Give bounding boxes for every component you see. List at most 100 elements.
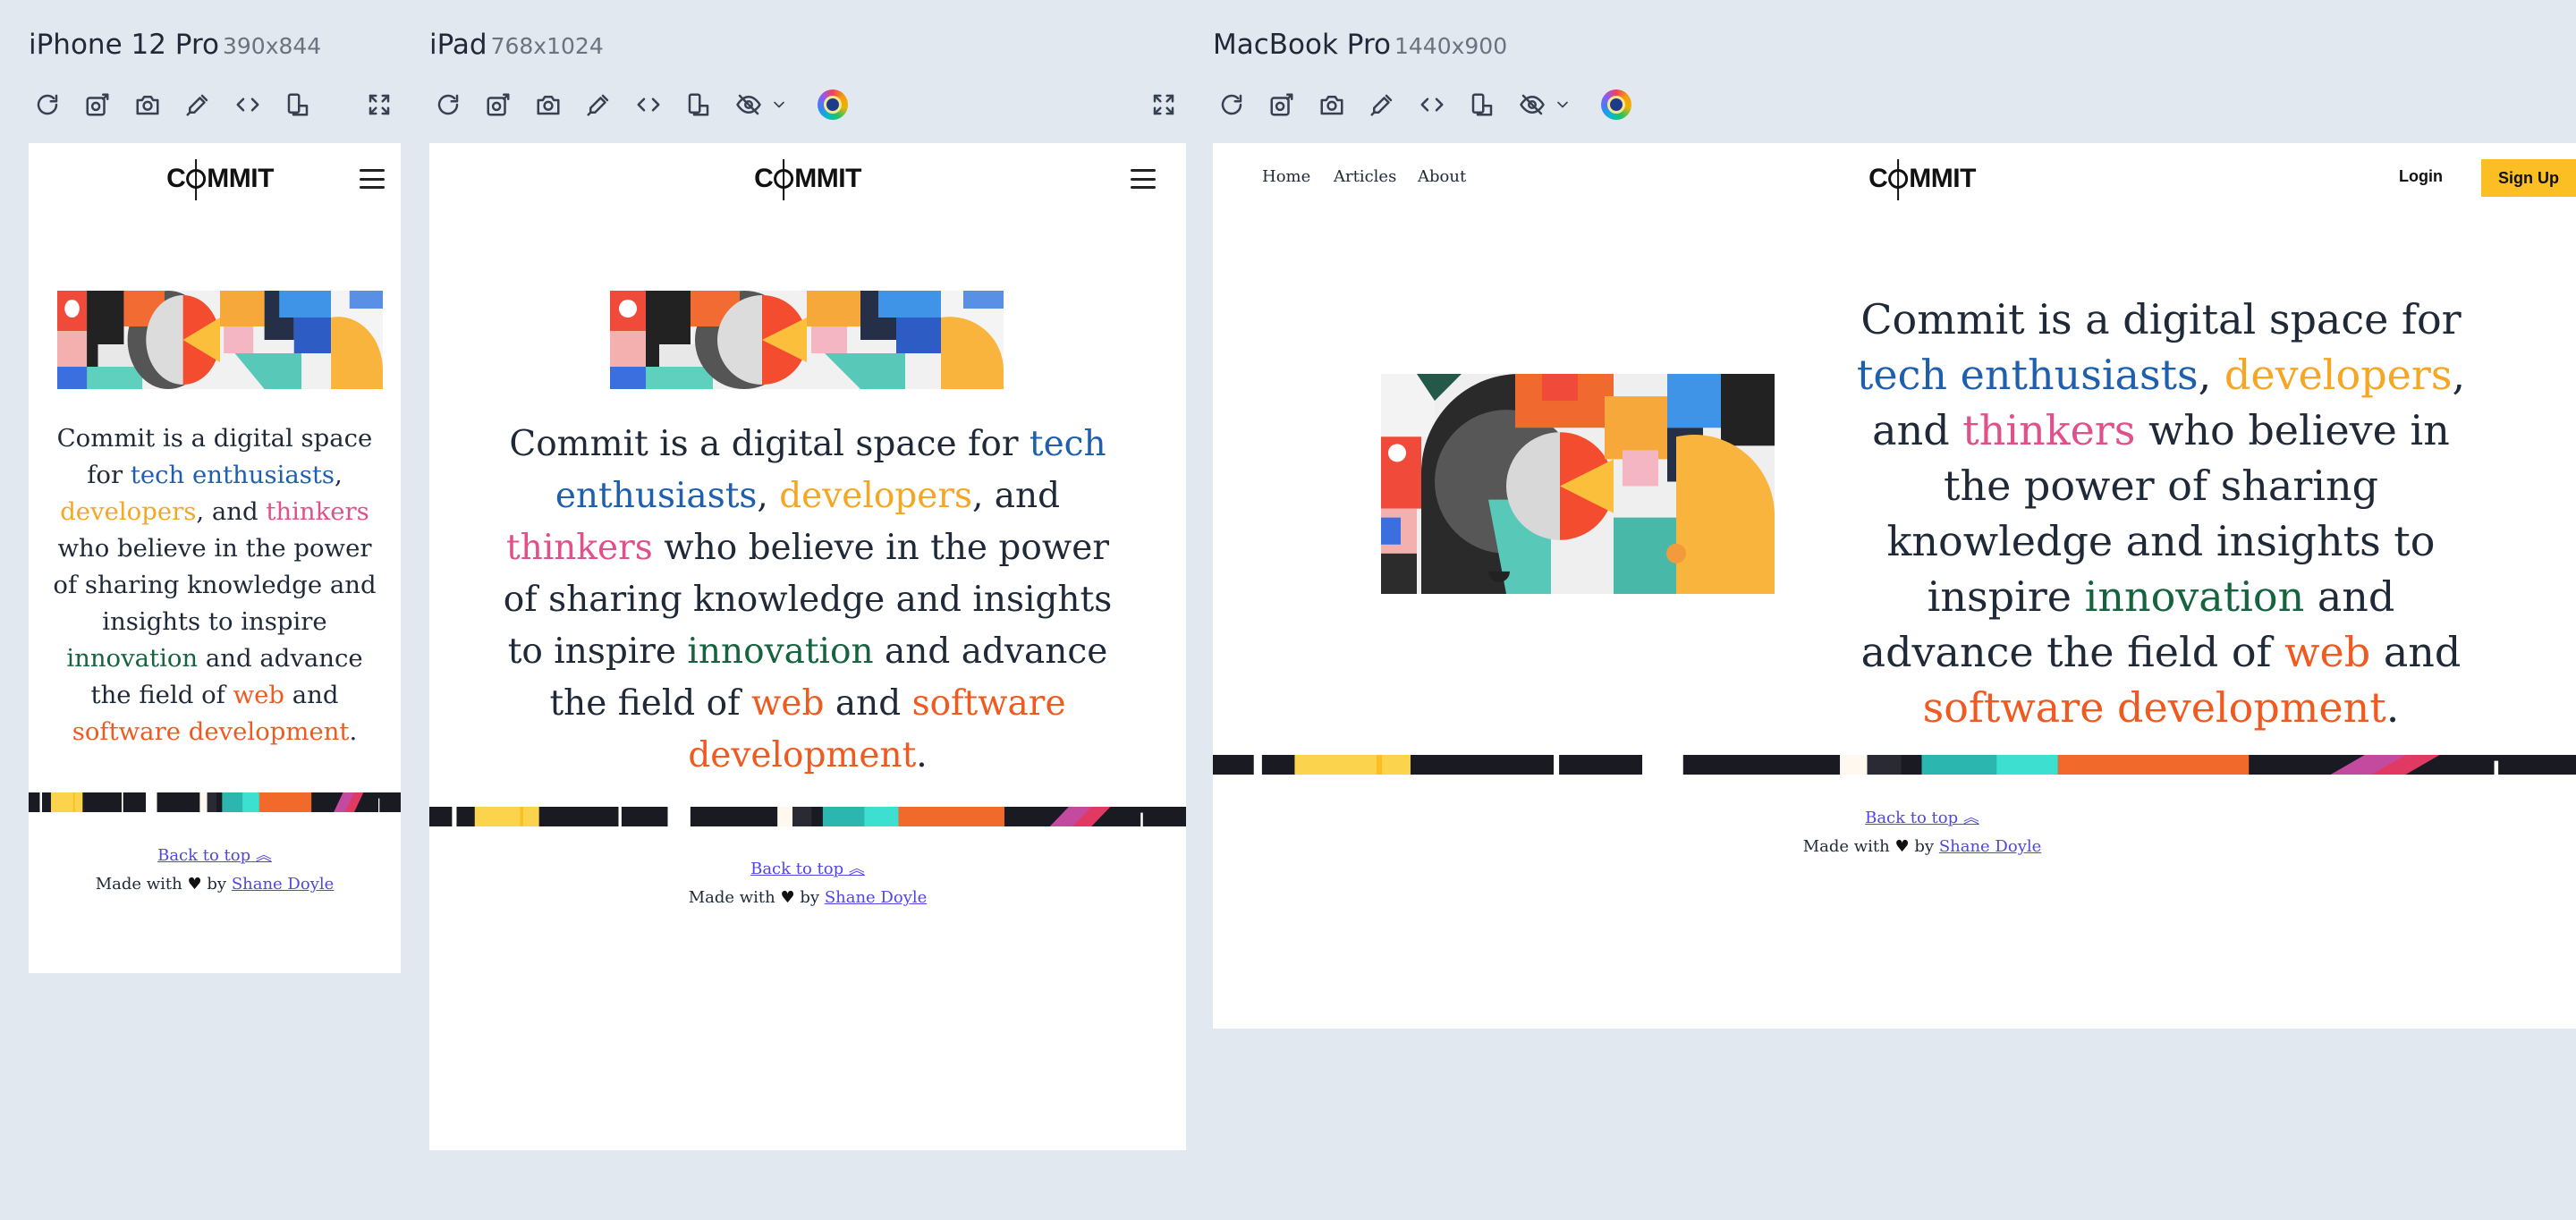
- screenshot-full-icon[interactable]: [1263, 86, 1301, 123]
- device-name: iPhone 12 Pro: [29, 29, 219, 61]
- site-footer: Back to top ︽ Made with ♥ by Shane Doyle: [1213, 805, 2576, 856]
- refresh-icon[interactable]: [429, 86, 467, 123]
- highlight-web: web: [750, 683, 825, 724]
- hero-text: Commit is a digital space for tech enthu…: [1856, 295, 2466, 732]
- double-chevron-up-icon: ︽: [1962, 809, 1979, 827]
- screenshot-full-icon[interactable]: [79, 86, 116, 123]
- rotate-device-icon[interactable]: [1463, 86, 1501, 123]
- color-orb-icon[interactable]: [814, 86, 852, 123]
- refresh-icon[interactable]: [29, 86, 66, 123]
- device-screen: C MMIT Commit is a digital space for tech…: [29, 143, 401, 973]
- eyedropper-icon[interactable]: [580, 86, 617, 123]
- chevron-down-icon[interactable]: [1544, 86, 1581, 123]
- site-logo[interactable]: C MMIT: [166, 159, 274, 200]
- highlight-developers: developers: [2224, 351, 2453, 399]
- code-icon[interactable]: [630, 86, 667, 123]
- highlight-thinkers: thinkers: [266, 497, 369, 526]
- site-logo[interactable]: C MMIT: [1868, 159, 1976, 200]
- author-link[interactable]: Shane Doyle: [825, 888, 927, 907]
- device-screen: C MMIT Commit is a digital space for tech…: [429, 143, 1186, 1150]
- login-button[interactable]: Login: [2399, 167, 2443, 186]
- screenshot-full-icon[interactable]: [479, 86, 517, 123]
- highlight-web: web: [233, 681, 284, 709]
- footer-credit: Made with ♥ by Shane Doyle: [688, 888, 928, 907]
- hero-artwork: [57, 291, 383, 389]
- logo-text-start: C: [754, 164, 774, 193]
- highlight-tech: tech enthusiasts: [130, 461, 335, 489]
- highlight-tech: tech enthusiasts: [1856, 351, 2199, 399]
- fullscreen-icon[interactable]: [360, 86, 398, 123]
- code-icon[interactable]: [1413, 86, 1451, 123]
- device-size: 390x844: [222, 33, 322, 59]
- heart-icon: ♥: [780, 888, 795, 907]
- device-name: MacBook Pro: [1213, 29, 1391, 61]
- back-to-top-link[interactable]: Back to top ︽: [157, 846, 272, 865]
- double-chevron-up-icon: ︽: [848, 860, 865, 878]
- logo-mark-icon: [774, 159, 794, 200]
- highlight-web: web: [2284, 628, 2371, 676]
- hero-artwork: [610, 291, 1004, 389]
- fullscreen-icon[interactable]: [1145, 86, 1182, 123]
- nav-about[interactable]: About: [1418, 167, 1466, 186]
- device-toolbar: [29, 86, 401, 123]
- device-label: iPhone 12 Pro 390x844: [29, 29, 321, 61]
- logo-text-start: C: [1868, 164, 1888, 193]
- footer-credit: Made with ♥ by Shane Doyle: [1802, 837, 2042, 856]
- heart-icon: ♥: [187, 875, 202, 894]
- eyedropper-icon[interactable]: [1363, 86, 1401, 123]
- camera-icon[interactable]: [129, 86, 166, 123]
- signup-button[interactable]: Sign Up: [2481, 159, 2576, 197]
- rotate-device-icon[interactable]: [279, 86, 317, 123]
- highlight-developers: developers: [779, 476, 973, 516]
- camera-icon[interactable]: [1313, 86, 1351, 123]
- footer-credit: Made with ♥ by Shane Doyle: [95, 875, 335, 894]
- decorative-strip: [429, 807, 1186, 826]
- highlight-software: software development: [1922, 683, 2386, 732]
- highlight-thinkers: thinkers: [506, 528, 653, 568]
- device-label: MacBook Pro 1440x900: [1213, 29, 1507, 61]
- logo-text-end: MMIT: [207, 164, 274, 193]
- double-chevron-up-icon: ︽: [255, 846, 272, 865]
- device-screen: Home Articles About C MMIT Login Sign Up …: [1213, 143, 2576, 1029]
- highlight-thinkers: thinkers: [1962, 406, 2136, 454]
- hamburger-menu-icon[interactable]: [1131, 169, 1156, 189]
- logo-text-end: MMIT: [1909, 164, 1976, 193]
- device-toolbar: [1213, 86, 2576, 123]
- author-link[interactable]: Shane Doyle: [1939, 837, 2041, 856]
- hero-artwork: [1381, 374, 1775, 594]
- back-to-top-link[interactable]: Back to top ︽: [1865, 809, 1979, 827]
- back-to-top-link[interactable]: Back to top ︽: [750, 860, 865, 878]
- device-panel-macbook: MacBook Pro 1440x900 Home Articles About …: [1213, 0, 2576, 1073]
- hamburger-menu-icon[interactable]: [360, 169, 385, 189]
- site-footer: Back to top ︽ Made with ♥ by Shane Doyle: [429, 856, 1186, 907]
- heart-icon: ♥: [1894, 837, 1910, 856]
- site-footer: Back to top ︽ Made with ♥ by Shane Doyle: [29, 843, 401, 894]
- camera-icon[interactable]: [530, 86, 567, 123]
- highlight-innovation: innovation: [66, 644, 199, 673]
- eyedropper-icon[interactable]: [179, 86, 216, 123]
- highlight-software: software development: [72, 717, 350, 746]
- device-panel-ipad: iPad 768x1024 C MMIT Commit is a digital s…: [429, 0, 1186, 1163]
- device-panel-iphone: iPhone 12 Pro 390x844 C MMIT Commit is a d…: [29, 0, 401, 984]
- logo-mark-icon: [1888, 159, 1909, 200]
- device-name: iPad: [429, 29, 487, 61]
- decorative-strip: [1213, 755, 2576, 775]
- device-size: 768x1024: [490, 33, 604, 59]
- rotate-device-icon[interactable]: [680, 86, 717, 123]
- nav-home[interactable]: Home: [1262, 167, 1310, 186]
- author-link[interactable]: Shane Doyle: [232, 875, 334, 894]
- highlight-developers: developers: [60, 497, 197, 526]
- color-orb-icon[interactable]: [1597, 86, 1635, 123]
- code-icon[interactable]: [229, 86, 267, 123]
- device-label: iPad 768x1024: [429, 29, 604, 61]
- hero-text: Commit is a digital space for tech enthu…: [503, 424, 1113, 775]
- site-logo[interactable]: C MMIT: [754, 159, 861, 200]
- decorative-strip: [29, 792, 401, 812]
- hero-text: Commit is a digital space for tech enthu…: [53, 424, 377, 746]
- refresh-icon[interactable]: [1213, 86, 1250, 123]
- chevron-down-icon[interactable]: [760, 86, 798, 123]
- logo-text-end: MMIT: [794, 164, 861, 193]
- nav-articles[interactable]: Articles: [1334, 167, 1396, 186]
- device-toolbar: [429, 86, 1186, 123]
- logo-text-start: C: [166, 164, 186, 193]
